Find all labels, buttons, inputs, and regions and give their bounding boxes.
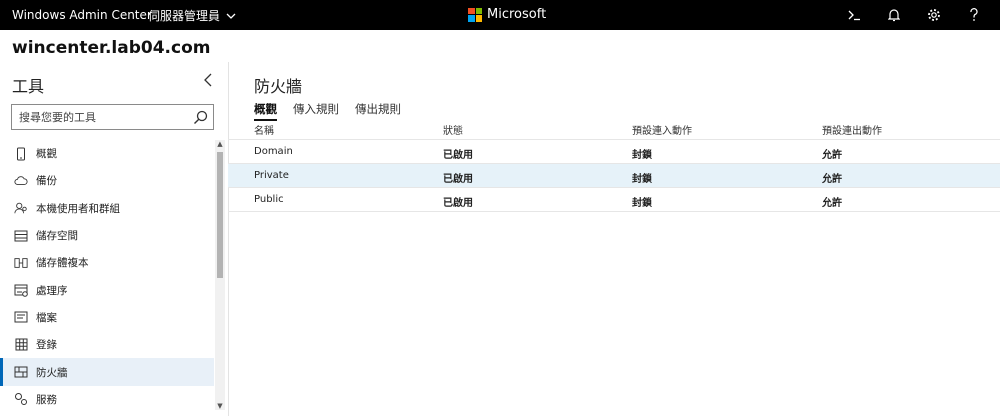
collapse-sidebar-button[interactable] bbox=[203, 72, 217, 90]
cloud-icon bbox=[14, 174, 28, 188]
profile-outbound: 允許 bbox=[822, 150, 842, 161]
users-icon bbox=[14, 201, 28, 215]
registry-icon bbox=[14, 338, 28, 352]
table-row[interactable]: Private 已啟用 封鎖 允許 bbox=[228, 163, 1000, 187]
sidebar-item-services[interactable]: 服務 bbox=[0, 386, 214, 412]
profile-outbound: 允許 bbox=[822, 174, 842, 185]
top-icon-bar bbox=[834, 0, 994, 30]
sidebar-item-label: 防火牆 bbox=[36, 366, 68, 379]
profile-inbound: 封鎖 bbox=[632, 198, 652, 209]
files-icon bbox=[14, 310, 28, 324]
sidebar-item-label: 儲存體複本 bbox=[36, 257, 89, 270]
sidebar-item-local-users[interactable]: 本機使用者和群組 bbox=[0, 195, 214, 222]
profile-outbound: 允許 bbox=[822, 198, 842, 209]
firewall-icon bbox=[14, 365, 28, 379]
bell-icon[interactable] bbox=[874, 0, 914, 30]
tool-search-input[interactable] bbox=[19, 109, 184, 125]
scroll-down-icon[interactable]: ▼ bbox=[216, 402, 224, 410]
table-row[interactable]: Domain 已啟用 封鎖 允許 bbox=[228, 139, 1000, 163]
storage-icon bbox=[14, 229, 28, 243]
sidebar-item-backup[interactable]: 備份 bbox=[0, 167, 214, 194]
sidebar-item-label: 儲存空間 bbox=[36, 230, 78, 243]
search-icon[interactable] bbox=[193, 110, 208, 125]
top-bar: Windows Admin Center 伺服器管理員 Microsoft bbox=[0, 0, 1000, 30]
replica-icon bbox=[14, 256, 28, 270]
chevron-down-icon bbox=[226, 9, 236, 23]
sidebar-item-label: 處理序 bbox=[36, 284, 68, 297]
context-label: 伺服器管理員 bbox=[148, 9, 221, 23]
sidebar-scrollbar[interactable]: ▲ ▼ bbox=[215, 140, 225, 410]
tab-bar: 概觀 傳入規則 傳出規則 bbox=[254, 101, 401, 121]
column-header-status[interactable]: 狀態 bbox=[443, 122, 463, 137]
table-row[interactable]: Public 已啟用 封鎖 允許 bbox=[228, 187, 1000, 212]
terminal-icon[interactable] bbox=[834, 0, 874, 30]
tool-list: 概觀 備份 本機使用者和群組 儲存空間 儲存體複本 處理序 檔案 登錄 防火牆 … bbox=[0, 140, 214, 412]
gear-icon[interactable] bbox=[914, 0, 954, 30]
process-icon bbox=[14, 283, 28, 297]
tab-outbound-rules[interactable]: 傳出規則 bbox=[355, 101, 401, 121]
profile-inbound: 封鎖 bbox=[632, 150, 652, 161]
tab-overview[interactable]: 概觀 bbox=[254, 101, 277, 121]
profile-status: 已啟用 bbox=[443, 174, 473, 185]
firewall-profile-table: Domain 已啟用 封鎖 允許 Private 已啟用 封鎖 允許 Publi… bbox=[228, 139, 1000, 212]
profile-name: Domain bbox=[254, 146, 293, 157]
microsoft-brand: Microsoft bbox=[468, 7, 546, 22]
context-dropdown[interactable]: 伺服器管理員 bbox=[148, 7, 236, 24]
app-title[interactable]: Windows Admin Center bbox=[12, 8, 152, 22]
page-title: 防火牆 bbox=[254, 77, 303, 96]
column-header-inbound[interactable]: 預設連入動作 bbox=[632, 122, 692, 137]
sidebar-item-label: 服務 bbox=[36, 393, 57, 406]
chevron-left-icon bbox=[204, 73, 212, 87]
profile-inbound: 封鎖 bbox=[632, 174, 652, 185]
device-icon bbox=[14, 147, 28, 161]
sidebar-item-overview[interactable]: 概觀 bbox=[0, 140, 214, 167]
profile-status: 已啟用 bbox=[443, 198, 473, 209]
sidebar-item-files[interactable]: 檔案 bbox=[0, 304, 214, 331]
sidebar-title: 工具 bbox=[12, 77, 45, 96]
scroll-up-icon[interactable]: ▲ bbox=[216, 140, 224, 148]
scrollbar-thumb[interactable] bbox=[217, 152, 223, 278]
sidebar-item-storage[interactable]: 儲存空間 bbox=[0, 222, 214, 249]
column-header-name[interactable]: 名稱 bbox=[254, 122, 274, 137]
sidebar-item-label: 概觀 bbox=[36, 148, 57, 161]
microsoft-logo-icon bbox=[468, 7, 482, 22]
sidebar-item-storage-replica[interactable]: 儲存體複本 bbox=[0, 249, 214, 276]
profile-status: 已啟用 bbox=[443, 150, 473, 161]
sidebar-item-label: 登錄 bbox=[36, 339, 57, 352]
tool-search-box bbox=[11, 104, 214, 130]
tools-sidebar: 工具 概觀 備份 本機使用者和群組 儲存空間 儲存體複本 處理序 bbox=[0, 62, 229, 416]
sidebar-item-label: 備份 bbox=[36, 175, 57, 188]
profile-name: Private bbox=[254, 170, 289, 181]
sidebar-item-label: 本機使用者和群組 bbox=[36, 202, 120, 215]
services-icon bbox=[14, 392, 28, 406]
server-name: wincenter.lab04.com bbox=[12, 38, 211, 58]
help-icon[interactable] bbox=[954, 0, 994, 30]
sidebar-item-processes[interactable]: 處理序 bbox=[0, 276, 214, 303]
sidebar-item-firewall[interactable]: 防火牆 bbox=[0, 358, 214, 386]
profile-name: Public bbox=[254, 194, 284, 205]
tab-inbound-rules[interactable]: 傳入規則 bbox=[293, 101, 339, 121]
brand-label: Microsoft bbox=[487, 7, 547, 22]
sidebar-item-label: 檔案 bbox=[36, 311, 57, 324]
column-header-outbound[interactable]: 預設連出動作 bbox=[822, 122, 882, 137]
sidebar-item-registry[interactable]: 登錄 bbox=[0, 331, 214, 358]
